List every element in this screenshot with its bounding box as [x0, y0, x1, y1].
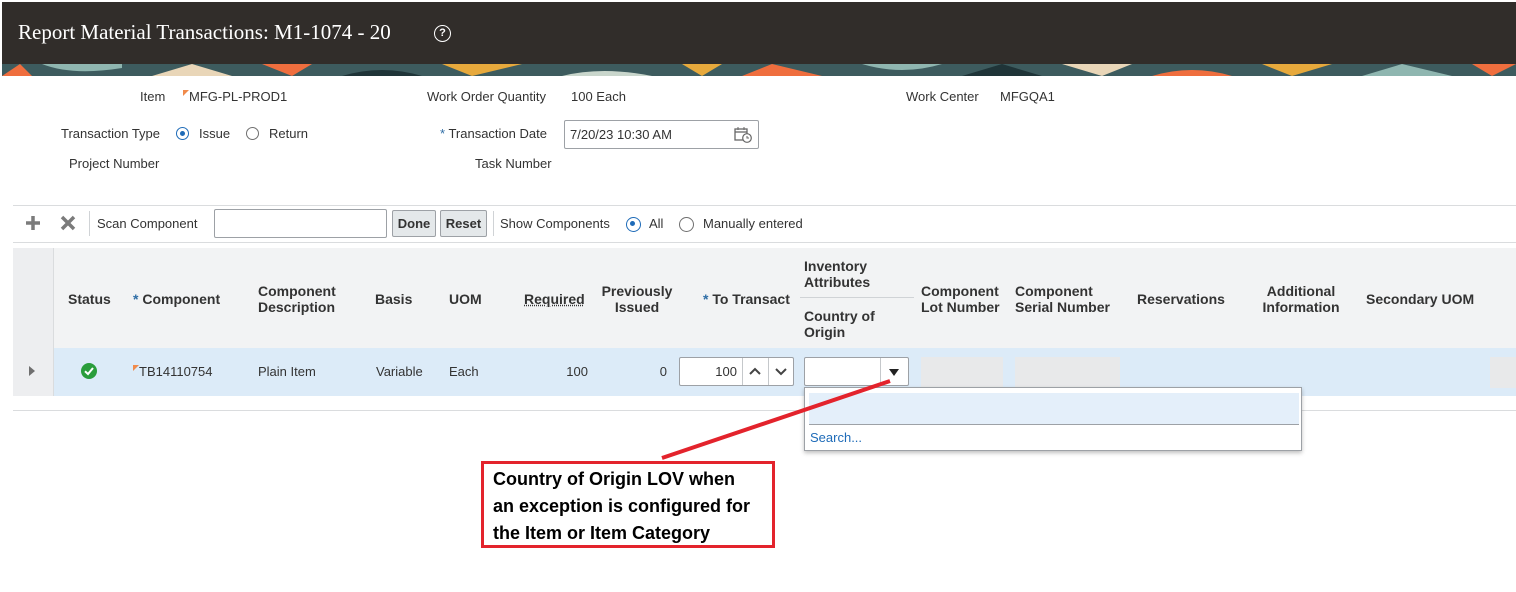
annotation-callout: Country of Origin LOV when an exception … [481, 461, 775, 548]
callout-line: the Item or Item Category [493, 523, 711, 543]
callout-line: an exception is configured for [493, 496, 751, 516]
callout-line: Country of Origin LOV when [493, 469, 735, 489]
